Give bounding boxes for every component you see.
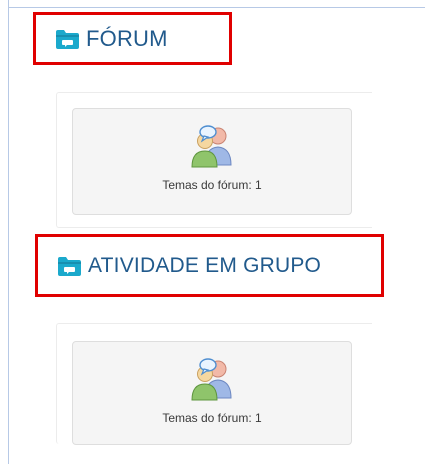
section-title: FÓRUM bbox=[86, 25, 168, 51]
forum-activity-tile[interactable]: Temas do fórum: 1 bbox=[72, 341, 352, 445]
section-title: ATIVIDADE EM GRUPO bbox=[88, 253, 322, 277]
section-header-atividade-em-grupo[interactable]: ATIVIDADE EM GRUPO bbox=[35, 234, 384, 297]
section-header-forum[interactable]: FÓRUM bbox=[33, 12, 232, 65]
page-top-rule bbox=[8, 7, 425, 8]
forum-activity-tile[interactable]: Temas do fórum: 1 bbox=[72, 108, 352, 215]
folder-chat-icon bbox=[56, 29, 79, 49]
forum-users-icon bbox=[191, 358, 232, 401]
forum-users-icon bbox=[191, 125, 232, 168]
forum-topic-count: Temas do fórum: 1 bbox=[162, 411, 262, 425]
page-left-rule bbox=[8, 0, 9, 464]
folder-chat-icon bbox=[58, 256, 81, 276]
forum-topic-count: Temas do fórum: 1 bbox=[162, 178, 262, 192]
